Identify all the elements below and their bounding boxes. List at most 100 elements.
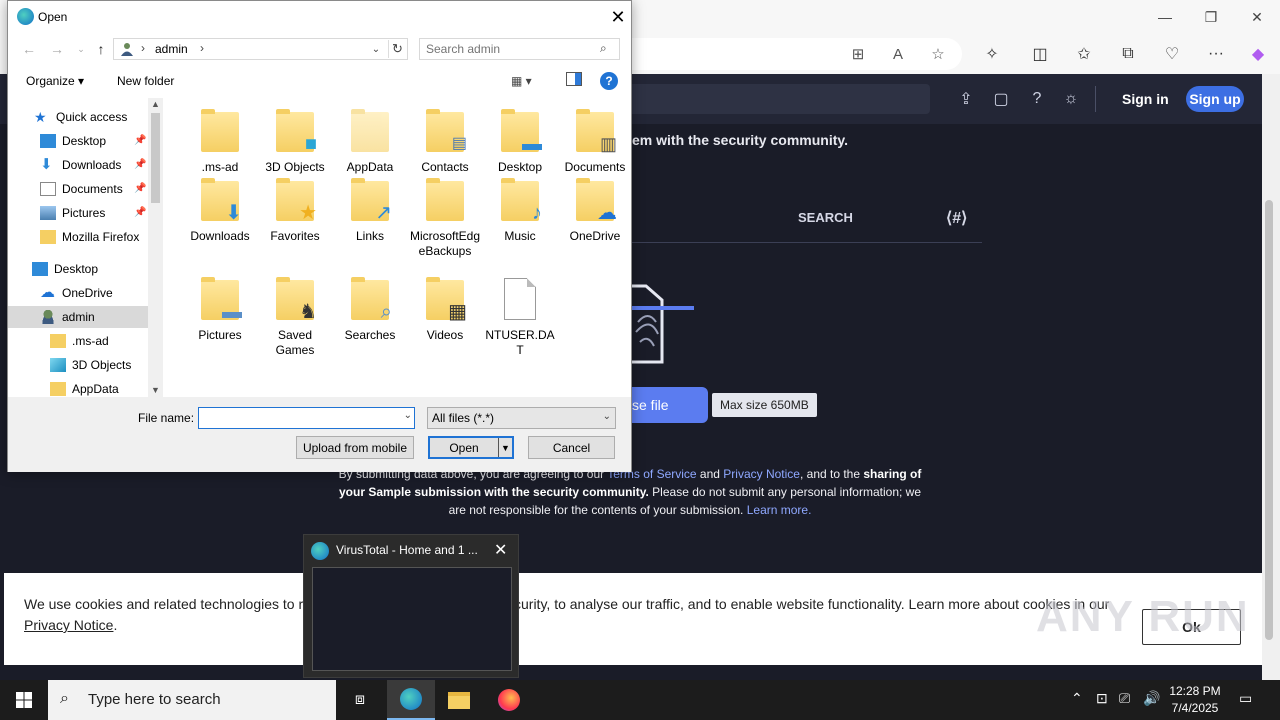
volume-icon[interactable]: 🔊 [1143,690,1160,707]
file-item-videos[interactable]: ▦ Videos [409,266,481,343]
nav-item-pictures[interactable]: Pictures [40,202,105,224]
nav-item-desktop[interactable]: Desktop [40,130,106,152]
file-item-saved-games[interactable]: ♞ Saved Games [259,266,331,358]
file-name-input[interactable]: ⌄ [198,407,415,429]
nav-item-downloads[interactable]: ⬇ Downloads [40,154,121,176]
nav-item-onedrive[interactable]: ☁ OneDrive [40,282,113,304]
nav-item-admin[interactable]: admin [8,306,148,328]
recent-locations-icon[interactable]: ⌄ [72,39,90,59]
breadcrumb-chevron-icon[interactable]: › [200,41,204,55]
nav-item-ms-ad[interactable]: .ms-ad [50,330,109,352]
file-item-microsoftedgebackups[interactable]: MicrosoftEdgeBackups [409,167,481,259]
help-icon[interactable]: ? [600,72,618,90]
tray-device-icon[interactable]: ⊡ [1096,690,1108,707]
file-item-3d-objects[interactable]: ■ 3D Objects [259,98,331,175]
choose-file-button[interactable]: se file [632,387,708,423]
file-item-music[interactable]: ♪ Music [484,167,556,244]
file-item-links[interactable]: ↗ Links [334,167,406,244]
file-item-pictures[interactable]: ▬ Pictures [184,266,256,343]
address-bar[interactable] [632,38,962,70]
taskbar-explorer-button[interactable] [435,680,483,720]
nav-pane-scroll-thumb[interactable] [151,113,160,203]
new-folder-button[interactable]: New folder [117,74,174,88]
file-item-documents[interactable]: ▥ Documents [559,98,631,175]
breadcrumb-admin[interactable]: admin [155,42,188,56]
task-view-button[interactable]: ⧈ [336,680,384,720]
notifications-icon[interactable]: ▢ [990,88,1012,110]
file-item-ntuser-dat[interactable]: NTUSER.DAT [484,266,556,358]
nav-item-3d-objects[interactable]: 3D Objects [50,354,131,376]
sign-up-button[interactable]: Sign up [1186,86,1244,112]
restore-icon[interactable]: ❐ [1188,0,1234,34]
file-item-searches[interactable]: ⌕ Searches [334,266,406,343]
notification-center-icon[interactable]: ▭ [1239,690,1252,707]
file-type-select[interactable]: All files (*.*) ⌄ [427,407,616,429]
nav-item-appdata[interactable]: AppData [50,378,119,397]
minimize-icon[interactable]: — [1142,0,1188,34]
change-view-icon[interactable]: ▦ ▾ [511,74,532,88]
path-history-dropdown-icon[interactable]: ⌄ [368,40,384,58]
help-icon[interactable]: ? [1026,88,1048,110]
thumbnail-close-icon[interactable]: ✕ [494,540,507,560]
file-item-onedrive[interactable]: ☁ OneDrive [559,167,631,244]
copilot-icon[interactable]: ◆ [1246,42,1270,66]
taskbar-firefox-button[interactable] [485,680,533,720]
nav-item-quick-access[interactable]: ★ Quick access [34,106,127,128]
thumbnail-preview[interactable] [312,567,512,671]
open-split-dropdown-icon[interactable]: ▼ [498,438,512,457]
collections-icon[interactable]: ⧉ [1116,42,1140,66]
advanced-search-icon[interactable]: ⟨#⟩ [946,208,967,228]
chevron-down-icon[interactable]: ⌄ [404,410,412,421]
split-screen-icon[interactable]: ◫ [1028,42,1052,66]
learn-more-link[interactable]: Learn more. [747,503,812,517]
favorite-star-icon[interactable]: ☆ [928,44,948,64]
upload-icon[interactable]: ⇪ [955,88,977,110]
theme-toggle-icon[interactable]: ☼ [1060,88,1082,110]
dialog-close-icon[interactable]: ✕ [606,5,630,29]
open-button[interactable]: Open ▼ [428,436,514,459]
taskbar-edge-button[interactable] [387,680,435,720]
scroll-up-icon[interactable]: ▲ [151,99,160,109]
read-aloud-icon[interactable]: A [888,44,908,64]
browser-essentials-icon[interactable]: ♡ [1160,42,1184,66]
refresh-icon[interactable]: ↻ [388,40,406,58]
start-button[interactable] [0,680,48,720]
breadcrumb-bar[interactable]: › admin › ⌄ ↻ [113,38,408,60]
tab-search[interactable]: SEARCH [798,210,853,225]
file-item-favorites[interactable]: ★ Favorites [259,167,331,244]
upload-from-mobile-button[interactable]: Upload from mobile [296,436,414,459]
cancel-button[interactable]: Cancel [528,436,615,459]
apps-icon[interactable]: ⊞ [848,44,868,64]
extensions-icon[interactable]: ✧ [980,42,1004,66]
privacy-notice-link[interactable]: Privacy Notice [723,467,800,481]
network-icon[interactable]: ⎚ [1119,690,1130,707]
more-options-icon[interactable]: ··· [1204,42,1228,66]
cookie-privacy-link[interactable]: Privacy Notice [24,617,113,633]
taskbar-clock[interactable]: 12:28 PM 7/4/2025 [1166,683,1224,717]
up-folder-icon[interactable]: ↑ [92,39,110,59]
site-search-bar[interactable] [630,84,930,114]
tray-chevron-icon[interactable]: ⌃ [1071,690,1083,707]
favorites-icon[interactable]: ✩ [1072,42,1096,66]
dialog-search-box[interactable]: ⌕ [419,38,620,60]
file-item-ms-ad[interactable]: .ms-ad [184,98,256,175]
close-window-icon[interactable]: ✕ [1234,0,1280,34]
taskbar-thumbnail[interactable]: VirusTotal - Home and 1 ... ✕ [303,534,519,678]
scroll-down-icon[interactable]: ▼ [151,385,160,395]
page-scroll-thumb[interactable] [1265,200,1273,640]
dialog-titlebar[interactable]: Open ✕ [8,1,631,33]
file-item-contacts[interactable]: ▤ Contacts [409,98,481,175]
nav-item-desktop-root[interactable]: Desktop [32,258,98,280]
forward-icon[interactable]: → [48,39,66,59]
nav-item-documents[interactable]: Documents [40,178,123,200]
file-item-downloads[interactable]: ⬇ Downloads [184,167,256,244]
preview-pane-icon[interactable] [566,72,582,86]
nav-item-mozilla-firefox[interactable]: Mozilla Firefox [40,226,139,248]
organize-menu[interactable]: Organize ▾ [26,74,84,88]
file-item-desktop[interactable]: ▬ Desktop [484,98,556,175]
taskbar-search-box[interactable]: ⌕ Type here to search [48,680,336,720]
back-icon[interactable]: ← [20,39,38,59]
file-item-appdata[interactable]: AppData [334,98,406,175]
dialog-search-input[interactable] [426,41,596,57]
sign-in-link[interactable]: Sign in [1122,91,1169,107]
